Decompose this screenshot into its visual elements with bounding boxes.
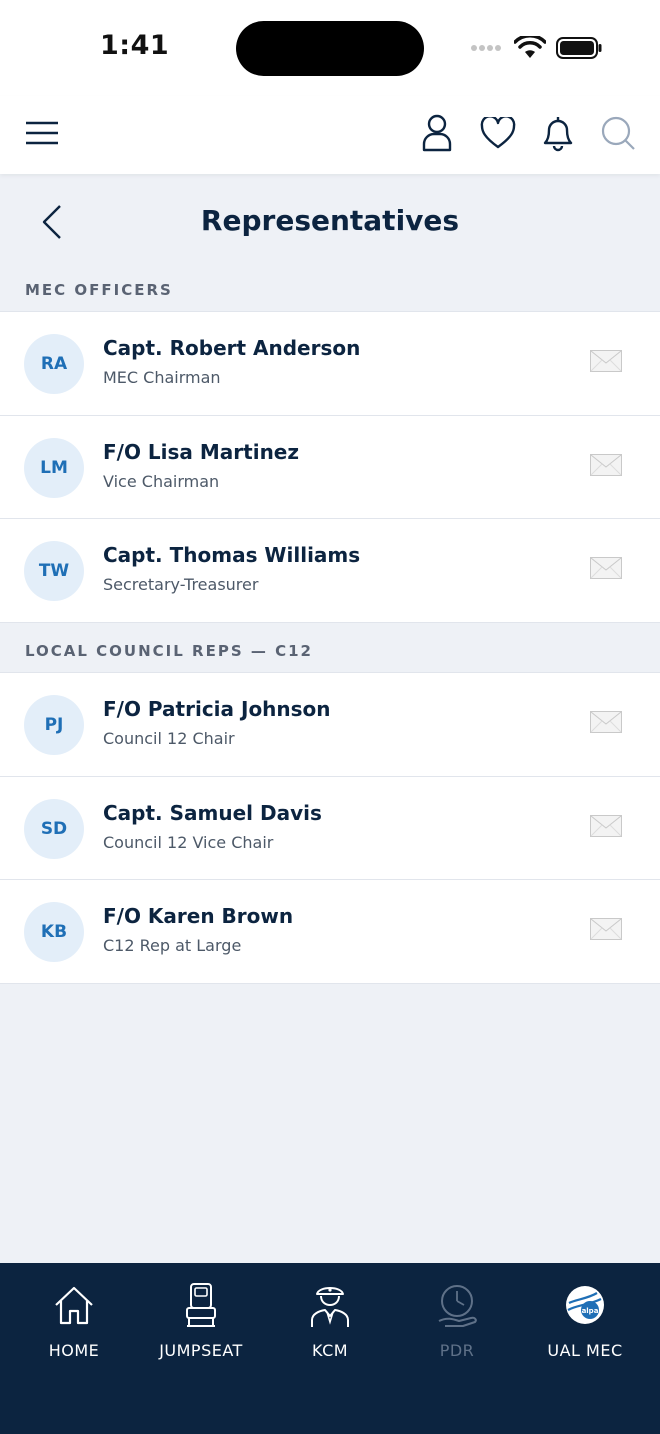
battery-icon: [556, 37, 602, 59]
email-button[interactable]: [590, 711, 626, 737]
cellular-signal-icon: [471, 45, 501, 51]
rep-role: Vice Chairman: [103, 471, 220, 491]
heart-icon: [480, 117, 516, 149]
rep-name: Capt. Thomas Williams: [103, 543, 361, 567]
email-button[interactable]: [590, 918, 626, 944]
rep-name: F/O Karen Brown: [103, 904, 294, 928]
favorites-button[interactable]: [478, 113, 518, 153]
email-button[interactable]: [590, 814, 626, 841]
menu-button[interactable]: [22, 113, 62, 153]
status-icons: [470, 36, 602, 60]
avatar: KB: [24, 902, 84, 962]
section-label: LOCAL COUNCIL REPS — C12: [25, 642, 313, 660]
hamburger-menu-icon: [26, 121, 58, 145]
section-header-local-council: LOCAL COUNCIL REPS — C12: [0, 632, 660, 672]
home-icon: [50, 1281, 98, 1329]
rep-row[interactable]: TW Capt. Thomas Williams Secretary-Treas…: [0, 519, 660, 623]
app-header: [0, 96, 660, 174]
status-bar: 1:41: [0, 0, 660, 96]
avatar: RA: [24, 334, 84, 394]
rep-name: F/O Lisa Martinez: [103, 439, 300, 464]
rep-role: C12 Rep at Large: [103, 936, 242, 955]
envelope-icon: [590, 814, 622, 837]
envelope-icon: [590, 350, 622, 372]
email-button[interactable]: [590, 453, 626, 480]
section-header-mec-officers: MEC OFFICERS: [0, 271, 660, 311]
alpa-logo-icon: alpa: [561, 1281, 609, 1329]
pilot-icon: [306, 1281, 354, 1329]
tab-kcm[interactable]: KCM: [275, 1281, 385, 1360]
avatar: TW: [24, 541, 84, 601]
title-row: Representatives: [0, 174, 660, 274]
user-icon: [422, 114, 452, 152]
tab-label: PDR: [439, 1341, 475, 1360]
tab-jumpseat[interactable]: JUMPSEAT: [146, 1281, 256, 1360]
jumpseat-icon: [177, 1281, 225, 1329]
rep-role: Council 12 Chair: [103, 729, 235, 748]
rep-name: Capt. Samuel Davis: [103, 800, 322, 825]
tab-home[interactable]: HOME: [19, 1281, 129, 1360]
avatar: LM: [24, 437, 84, 498]
tab-label: HOME: [48, 1341, 100, 1360]
envelope-icon: [590, 918, 622, 940]
envelope-icon: [590, 453, 622, 476]
rep-row[interactable]: PJ F/O Patricia Johnson Council 12 Chair: [0, 673, 660, 777]
email-button[interactable]: [590, 350, 626, 376]
status-time: 1:41: [100, 30, 170, 61]
bell-icon: [543, 117, 573, 152]
tab-ual-mec[interactable]: alpa UAL MEC: [530, 1281, 640, 1360]
search-icon: [601, 116, 635, 150]
rep-role: Secretary-Treasurer: [103, 575, 259, 594]
avatar: SD: [24, 798, 84, 859]
rep-name: Capt. Robert Anderson: [103, 336, 361, 360]
tab-label: JUMPSEAT: [159, 1341, 243, 1360]
rep-row[interactable]: RA Capt. Robert Anderson MEC Chairman: [0, 312, 660, 416]
rep-list-mec-officers: RA Capt. Robert Anderson MEC Chairman LM…: [0, 311, 660, 623]
rep-list-local-council: PJ F/O Patricia Johnson Council 12 Chair…: [0, 672, 660, 984]
section-label: MEC OFFICERS: [25, 281, 173, 299]
notifications-button[interactable]: [538, 113, 578, 153]
rep-row[interactable]: LM F/O Lisa Martinez Vice Chairman: [0, 416, 660, 519]
email-button[interactable]: [590, 557, 626, 583]
wifi-icon: [514, 36, 546, 58]
dynamic-island: [236, 21, 424, 76]
clock-hand-icon: [433, 1281, 481, 1329]
rep-role: MEC Chairman: [103, 368, 221, 387]
rep-name: F/O Patricia Johnson: [103, 697, 331, 721]
avatar: PJ: [24, 695, 84, 755]
tab-label: UAL MEC: [547, 1341, 623, 1360]
profile-button[interactable]: [417, 113, 457, 153]
rep-row[interactable]: SD Capt. Samuel Davis Council 12 Vice Ch…: [0, 777, 660, 880]
search-button[interactable]: [598, 113, 638, 153]
rep-role: Council 12 Vice Chair: [103, 832, 274, 852]
tab-bar: HOME JUMPSEAT KCM PDR alpa UAL MEC: [0, 1263, 660, 1434]
tab-pdr[interactable]: PDR: [402, 1281, 512, 1360]
rep-row[interactable]: KB F/O Karen Brown C12 Rep at Large: [0, 880, 660, 984]
envelope-icon: [590, 711, 622, 733]
envelope-icon: [590, 557, 622, 579]
tab-label: KCM: [311, 1341, 349, 1360]
svg-text:alpa: alpa: [582, 1307, 599, 1315]
page-title: Representatives: [200, 204, 460, 237]
